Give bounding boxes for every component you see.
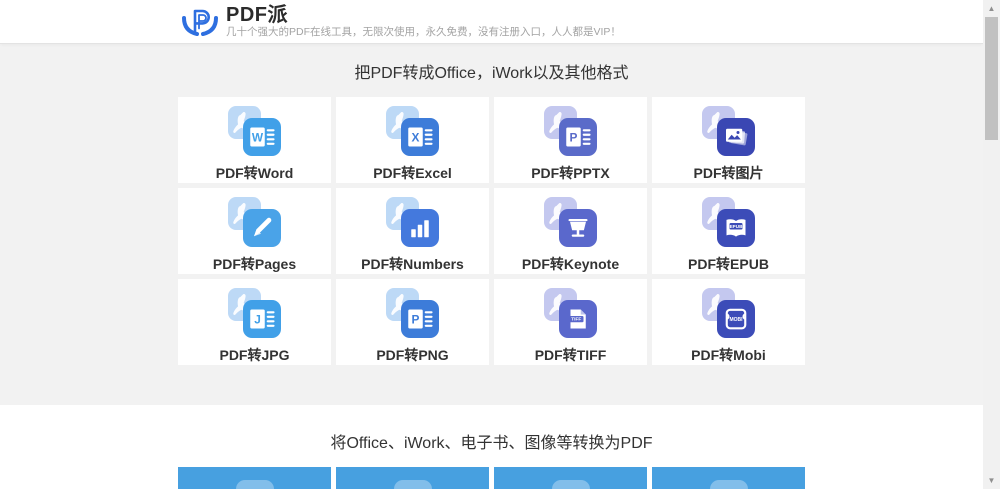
pdf-to-numbers-icon bbox=[400, 209, 439, 247]
scroll-up-arrow[interactable]: ▲ bbox=[983, 0, 1000, 17]
svg-text:P: P bbox=[411, 313, 419, 327]
tool-icon-cluster: P bbox=[543, 106, 598, 158]
tool-icon-cluster: X bbox=[385, 106, 440, 158]
tool-icon-cluster: EPUB bbox=[701, 197, 756, 249]
tool-card-word-to-pdf[interactable]: W bbox=[178, 467, 331, 489]
tool-label: PDF转PNG bbox=[376, 347, 449, 363]
tool-label: PDF转Pages bbox=[212, 256, 297, 272]
pdf-to-tiff-icon: TIFF bbox=[558, 300, 597, 338]
pdf-to-epub-icon: EPUB bbox=[716, 209, 755, 247]
tool-card-pdf-to-pages[interactable]: PDF转Pages bbox=[178, 188, 331, 274]
tool-label: PDF转Excel bbox=[373, 165, 452, 181]
pdf-to-mobi-icon: MOBI bbox=[716, 300, 755, 338]
tool-card-pptx-to-pdf[interactable]: P bbox=[652, 467, 805, 489]
browser-viewport: PDF派 几十个强大的PDF在线工具，无限次使用，永久免费，没有注册入口，人人都… bbox=[0, 0, 1000, 489]
word-to-pdf-icon: W bbox=[235, 480, 274, 489]
tool-card-pdf-to-numbers[interactable]: PDF转Numbers bbox=[336, 188, 489, 274]
svg-text:X: X bbox=[411, 131, 419, 145]
tool-icon-cluster: MOBI bbox=[701, 288, 756, 340]
pdf-to-image-icon bbox=[716, 118, 755, 156]
tool-label: PDF转PPTX bbox=[531, 165, 610, 181]
ppt-to-pdf-icon: P bbox=[551, 480, 590, 489]
section-pdf-to-formats: 把PDF转成Office，iWork以及其他格式 W PDF转Word X PD… bbox=[0, 44, 983, 405]
header: PDF派 几十个强大的PDF在线工具，无限次使用，永久免费，没有注册入口，人人都… bbox=[0, 0, 983, 44]
pdfpai-logo-icon bbox=[182, 9, 218, 36]
tool-label: PDF转Numbers bbox=[361, 256, 464, 272]
tool-label: PDF转Keynote bbox=[521, 256, 620, 272]
svg-text:P: P bbox=[569, 131, 577, 145]
section2-title: 将Office、iWork、电子书、图像等转换为PDF bbox=[330, 435, 653, 452]
pdf-to-word-icon: W bbox=[242, 118, 281, 156]
tool-label: PDF转Word bbox=[215, 165, 294, 181]
svg-text:J: J bbox=[254, 313, 261, 327]
tool-icon-cluster: J bbox=[227, 288, 282, 340]
tool-icon-cluster bbox=[701, 106, 756, 158]
tool-label: PDF转TIFF bbox=[534, 347, 607, 363]
brand-tagline: 几十个强大的PDF在线工具，无限次使用，永久免费，没有注册入口，人人都是VIP！ bbox=[226, 25, 621, 38]
tool-card-pdf-to-png[interactable]: P PDF转PNG bbox=[336, 279, 489, 365]
brand-logo[interactable]: PDF派 几十个强大的PDF在线工具，无限次使用，永久免费，没有注册入口，人人都… bbox=[180, 4, 621, 40]
pdf-to-keynote-icon bbox=[558, 209, 597, 247]
tool-card-pdf-to-keynote[interactable]: PDF转Keynote bbox=[494, 188, 647, 274]
tool-grid-2: W X P P bbox=[178, 467, 805, 489]
brand-title: PDF派 bbox=[226, 3, 288, 26]
tool-label: PDF转Mobi bbox=[691, 347, 766, 363]
pdf-to-png-icon: P bbox=[400, 300, 439, 338]
tool-card-excel-to-pdf[interactable]: X bbox=[336, 467, 489, 489]
tool-icon-cluster: W bbox=[227, 106, 282, 158]
page: PDF派 几十个强大的PDF在线工具，无限次使用，永久免费，没有注册入口，人人都… bbox=[0, 0, 983, 489]
excel-to-pdf-icon: X bbox=[393, 480, 432, 489]
tool-card-pdf-to-jpg[interactable]: J PDF转JPG bbox=[178, 279, 331, 365]
brand-text: PDF派 几十个强大的PDF在线工具，无限次使用，永久免费，没有注册入口，人人都… bbox=[226, 5, 621, 39]
tool-card-pdf-to-word[interactable]: W PDF转Word bbox=[178, 97, 331, 183]
tool-label: PDF转EPUB bbox=[688, 256, 769, 272]
tool-card-pdf-to-tiff[interactable]: TIFF PDF转TIFF bbox=[494, 279, 647, 365]
svg-text:EPUB: EPUB bbox=[729, 224, 742, 229]
scroll-down-arrow[interactable]: ▼ bbox=[983, 472, 1000, 489]
section1-title: 把PDF转成Office，iWork以及其他格式 bbox=[354, 65, 629, 82]
tool-label: PDF转图片 bbox=[693, 165, 764, 181]
pptx-to-pdf-icon: P bbox=[709, 480, 748, 489]
pdf-to-pages-icon bbox=[242, 209, 281, 247]
tool-card-pdf-to-mobi[interactable]: MOBI PDF转Mobi bbox=[652, 279, 805, 365]
tool-icon-cluster: TIFF bbox=[543, 288, 598, 340]
tool-icon-cluster: P bbox=[385, 288, 440, 340]
tool-card-pdf-to-image[interactable]: PDF转图片 bbox=[652, 97, 805, 183]
scrollbar[interactable]: ▲ ▼ bbox=[983, 0, 1000, 489]
pdf-to-excel-icon: X bbox=[400, 118, 439, 156]
tool-icon-cluster bbox=[543, 197, 598, 249]
tool-card-pdf-to-pptx[interactable]: P PDF转PPTX bbox=[494, 97, 647, 183]
tool-card-pdf-to-epub[interactable]: EPUB PDF转EPUB bbox=[652, 188, 805, 274]
svg-text:TIFF: TIFF bbox=[571, 317, 581, 323]
pdf-to-pptx-icon: P bbox=[558, 118, 597, 156]
tool-card-ppt-to-pdf[interactable]: P bbox=[494, 467, 647, 489]
tool-grid-1: W PDF转Word X PDF转Excel P PDF转PPTX PDF转图片… bbox=[178, 97, 805, 365]
svg-text:W: W bbox=[251, 131, 263, 145]
tool-icon-cluster bbox=[227, 197, 282, 249]
section-formats-to-pdf: 将Office、iWork、电子书、图像等转换为PDF W X P bbox=[0, 405, 983, 489]
pdf-to-jpg-icon: J bbox=[242, 300, 281, 338]
tool-icon-cluster bbox=[385, 197, 440, 249]
tool-card-pdf-to-excel[interactable]: X PDF转Excel bbox=[336, 97, 489, 183]
scrollbar-thumb[interactable] bbox=[985, 17, 998, 140]
svg-text:MOBI: MOBI bbox=[729, 317, 743, 323]
tool-label: PDF转JPG bbox=[219, 347, 290, 363]
